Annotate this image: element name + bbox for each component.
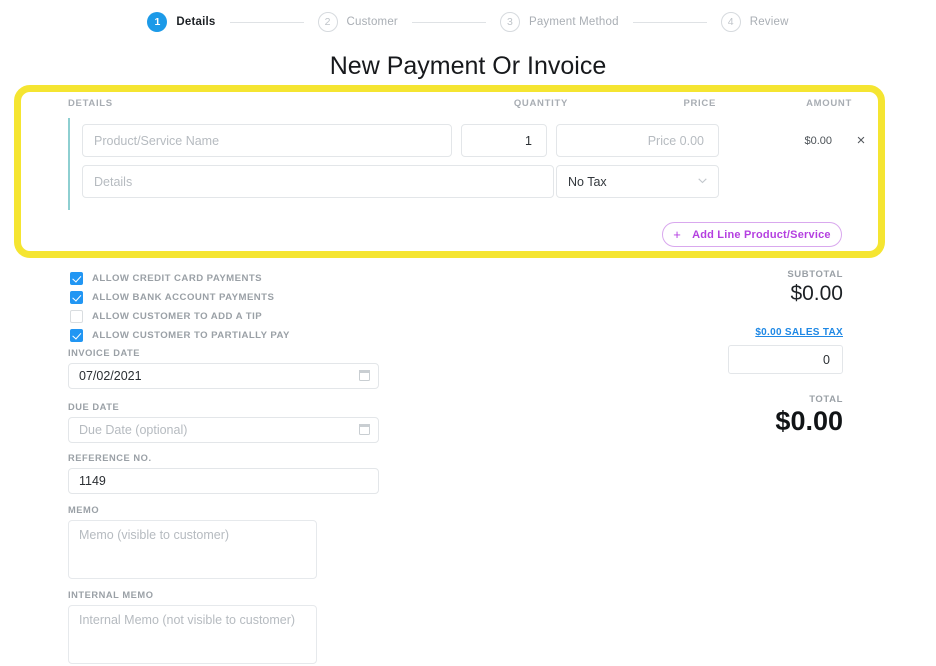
subtotal-label: SUBTOTAL bbox=[643, 269, 843, 280]
stepper-connector-1 bbox=[230, 22, 304, 23]
option-allow-partial-pay[interactable]: ALLOW CUSTOMER TO PARTIALLY PAY bbox=[70, 326, 400, 345]
quantity-input[interactable] bbox=[461, 124, 547, 157]
add-line-product-service-button[interactable]: + Add Line Product/Service bbox=[662, 222, 842, 247]
step-4-label: Review bbox=[750, 16, 789, 28]
progress-stepper: 1 Details 2 Customer 3 Payment Method 4 … bbox=[0, 12, 936, 32]
tax-select-value: No Tax bbox=[568, 175, 607, 189]
total-label: TOTAL bbox=[643, 394, 843, 405]
step-1-label: Details bbox=[176, 16, 215, 28]
checkbox-icon-partial-pay[interactable] bbox=[70, 329, 83, 342]
field-due-date: DUE DATE bbox=[68, 402, 379, 443]
label-reference-no: REFERENCE NO. bbox=[68, 453, 379, 463]
checkbox-icon-bank-account[interactable] bbox=[70, 291, 83, 304]
calendar-icon-due-date[interactable] bbox=[359, 424, 370, 435]
reference-no-input[interactable] bbox=[68, 468, 379, 494]
sales-tax-input[interactable] bbox=[728, 345, 843, 374]
plus-icon: + bbox=[673, 227, 681, 242]
option-allow-customer-tip[interactable]: ALLOW CUSTOMER TO ADD A TIP bbox=[70, 307, 400, 326]
option-label-bank-account: ALLOW BANK ACCOUNT PAYMENTS bbox=[92, 292, 274, 303]
step-2-number: 2 bbox=[318, 12, 338, 32]
step-3-number: 3 bbox=[500, 12, 520, 32]
step-customer[interactable]: 2 Customer bbox=[318, 12, 398, 32]
internal-memo-textarea[interactable] bbox=[68, 605, 317, 664]
add-line-button-label: Add Line Product/Service bbox=[692, 229, 831, 241]
label-invoice-date: INVOICE DATE bbox=[68, 348, 379, 358]
field-invoice-date: INVOICE DATE bbox=[68, 348, 379, 389]
line-details-input[interactable] bbox=[82, 165, 554, 198]
product-service-name-input[interactable] bbox=[82, 124, 452, 157]
column-header-quantity: QUANTITY bbox=[500, 98, 568, 109]
chevron-down-icon bbox=[698, 177, 707, 186]
invoice-date-input[interactable] bbox=[68, 363, 379, 389]
option-label-partial-pay: ALLOW CUSTOMER TO PARTIALLY PAY bbox=[92, 330, 290, 341]
total-value: $0.00 bbox=[643, 406, 843, 437]
option-label-credit-card: ALLOW CREDIT CARD PAYMENTS bbox=[92, 273, 262, 284]
line-amount-value: $0.00 bbox=[730, 124, 840, 157]
stepper-connector-2 bbox=[412, 22, 486, 23]
field-internal-memo: INTERNAL MEMO bbox=[68, 590, 317, 666]
payment-options-list: ALLOW CREDIT CARD PAYMENTS ALLOW BANK AC… bbox=[70, 269, 400, 345]
step-1-number: 1 bbox=[147, 12, 167, 32]
label-internal-memo: INTERNAL MEMO bbox=[68, 590, 317, 600]
line-items-header-row: DETAILS QUANTITY PRICE AMOUNT bbox=[68, 98, 852, 112]
step-payment-method[interactable]: 3 Payment Method bbox=[500, 12, 619, 32]
step-3-label: Payment Method bbox=[529, 16, 619, 28]
due-date-input[interactable] bbox=[68, 417, 379, 443]
checkbox-icon-credit-card[interactable] bbox=[70, 272, 83, 285]
option-allow-bank-account-payments[interactable]: ALLOW BANK ACCOUNT PAYMENTS bbox=[70, 288, 400, 307]
tax-select[interactable]: No Tax bbox=[556, 165, 719, 198]
column-header-amount: AMOUNT bbox=[756, 98, 852, 109]
page-title: New Payment Or Invoice bbox=[0, 52, 936, 81]
totals-panel: SUBTOTAL $0.00 $0.00 SALES TAX TOTAL $0.… bbox=[643, 269, 843, 437]
field-reference-no: REFERENCE NO. bbox=[68, 453, 379, 494]
subtotal-value: $0.00 bbox=[643, 282, 843, 306]
column-header-details: DETAILS bbox=[68, 98, 113, 109]
memo-textarea[interactable] bbox=[68, 520, 317, 579]
calendar-icon-invoice-date[interactable] bbox=[359, 370, 370, 381]
line-item-row: $0.00 × No Tax bbox=[68, 118, 852, 210]
option-label-tip: ALLOW CUSTOMER TO ADD A TIP bbox=[92, 311, 262, 322]
checkbox-icon-tip[interactable] bbox=[70, 310, 83, 323]
invoice-form-page: 1 Details 2 Customer 3 Payment Method 4 … bbox=[0, 0, 936, 666]
column-header-price: PRICE bbox=[638, 98, 716, 109]
label-due-date: DUE DATE bbox=[68, 402, 379, 412]
step-2-label: Customer bbox=[347, 16, 398, 28]
stepper-connector-3 bbox=[633, 22, 707, 23]
step-details[interactable]: 1 Details bbox=[147, 12, 215, 32]
sales-tax-link[interactable]: $0.00 SALES TAX bbox=[755, 327, 843, 338]
step-review[interactable]: 4 Review bbox=[721, 12, 789, 32]
remove-line-item-icon[interactable]: × bbox=[848, 124, 874, 157]
price-input[interactable] bbox=[556, 124, 719, 157]
field-memo: MEMO bbox=[68, 505, 317, 584]
option-allow-credit-card-payments[interactable]: ALLOW CREDIT CARD PAYMENTS bbox=[70, 269, 400, 288]
label-memo: MEMO bbox=[68, 505, 317, 515]
step-4-number: 4 bbox=[721, 12, 741, 32]
